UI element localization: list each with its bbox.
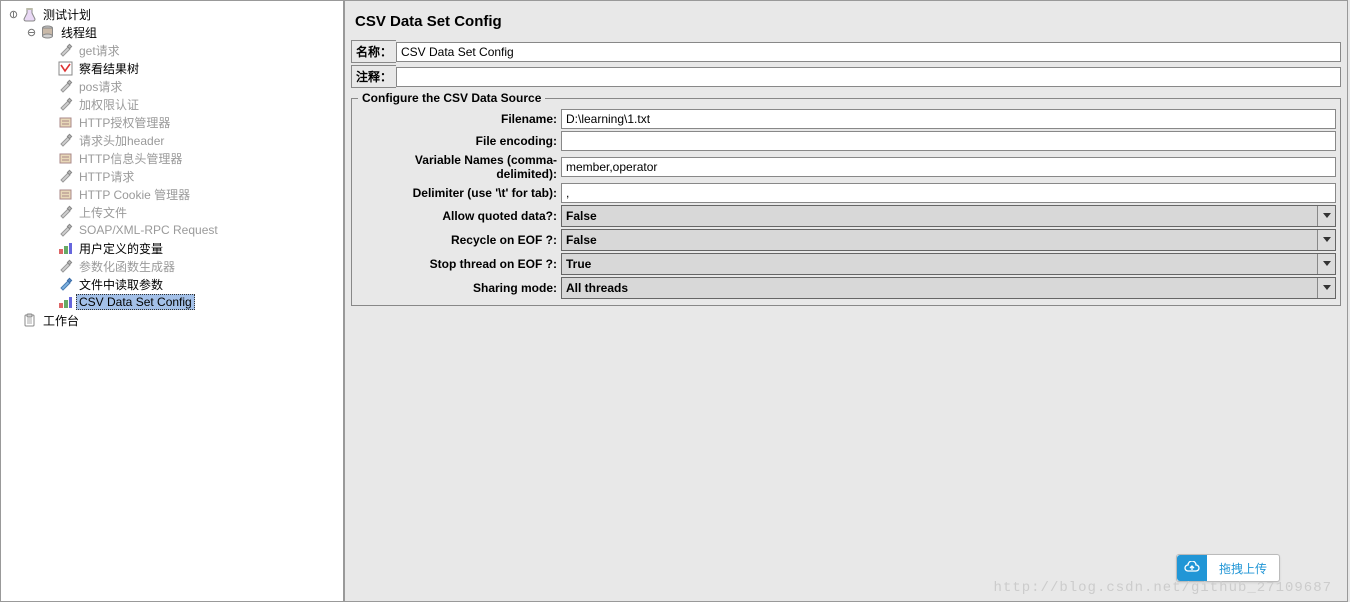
beaker-icon	[21, 6, 38, 23]
sampler-icon	[57, 132, 74, 149]
chevron-down-icon	[1317, 230, 1335, 250]
tree-label: 请求头加header	[76, 132, 167, 149]
tree-node-child[interactable]: HTTP信息头管理器	[3, 149, 341, 167]
testbench-icon	[57, 294, 74, 311]
tree-node-child[interactable]: HTTP Cookie 管理器	[3, 185, 341, 203]
tree-label: CSV Data Set Config	[76, 294, 195, 310]
name-input[interactable]	[396, 42, 1341, 62]
tree-label: 测试计划	[40, 6, 94, 23]
sampler-icon	[57, 168, 74, 185]
name-label: 名称：	[351, 40, 396, 63]
fieldset-legend: Configure the CSV Data Source	[358, 91, 545, 105]
tree-node-child[interactable]: 用户定义的变量	[3, 239, 341, 257]
upload-button[interactable]: 拖拽上传	[1176, 554, 1280, 582]
tree-label: 工作台	[40, 312, 82, 329]
varnames-label: Variable Names (comma-delimited):	[356, 153, 561, 181]
upload-button-label: 拖拽上传	[1207, 560, 1279, 577]
tree-node-workbench[interactable]: 工作台	[3, 311, 341, 329]
sampler-icon	[57, 258, 74, 275]
tree-node-child[interactable]: get请求	[3, 41, 341, 59]
tree-node-child[interactable]: 上传文件	[3, 203, 341, 221]
stop-label: Stop thread on EOF ?:	[356, 257, 561, 271]
comment-label: 注释：	[351, 65, 396, 88]
expand-toggle-icon[interactable]	[7, 10, 19, 19]
cloud-upload-icon	[1177, 555, 1207, 581]
tree-label: pos请求	[76, 78, 125, 95]
select-value: All threads	[562, 278, 1317, 298]
name-row: 名称：	[351, 40, 1341, 63]
sampler-icon	[57, 204, 74, 221]
tree-label: SOAP/XML-RPC Request	[76, 223, 221, 237]
chevron-down-icon	[1317, 206, 1335, 226]
delimiter-label: Delimiter (use '\t' for tab):	[356, 186, 561, 200]
tree-label: 上传文件	[76, 204, 130, 221]
allow-quoted-label: Allow quoted data?:	[356, 209, 561, 223]
testbench-icon	[57, 240, 74, 257]
comment-input[interactable]	[396, 67, 1341, 87]
select-value: False	[562, 206, 1317, 226]
tree-label: 察看结果树	[76, 60, 142, 77]
chevron-down-icon	[1317, 254, 1335, 274]
tree-label: HTTP授权管理器	[76, 114, 173, 131]
filename-input[interactable]	[561, 109, 1336, 129]
config-icon	[57, 150, 74, 167]
tree-node-child[interactable]: 察看结果树	[3, 59, 341, 77]
sampler-icon	[57, 96, 74, 113]
tree-label: 加权限认证	[76, 96, 142, 113]
sampler-icon	[57, 222, 74, 239]
config-icon	[57, 114, 74, 131]
tree-node-child[interactable]: SOAP/XML-RPC Request	[3, 221, 341, 239]
tree-node-child[interactable]: 请求头加header	[3, 131, 341, 149]
tree-node-test-plan[interactable]: 测试计划	[3, 5, 341, 23]
sharing-select[interactable]: All threads	[561, 277, 1336, 299]
tree-node-thread-group[interactable]: 线程组	[3, 23, 341, 41]
delimiter-input[interactable]	[561, 183, 1336, 203]
allow-quoted-select[interactable]: False	[561, 205, 1336, 227]
sharing-label: Sharing mode:	[356, 281, 561, 295]
clipboard-icon	[21, 312, 38, 329]
comment-row: 注释：	[351, 65, 1341, 88]
sampler-blue-icon	[57, 276, 74, 293]
sampler-icon	[57, 42, 74, 59]
encoding-input[interactable]	[561, 131, 1336, 151]
panel-title: CSV Data Set Config	[351, 7, 1341, 40]
tree-label: HTTP Cookie 管理器	[76, 186, 193, 203]
recycle-select[interactable]: False	[561, 229, 1336, 251]
tree: 测试计划 线程组 get请求察看结果树pos请求加权限认证HTTP授权管理器请求…	[1, 1, 343, 333]
config-icon	[57, 186, 74, 203]
tree-node-child[interactable]: CSV Data Set Config	[3, 293, 341, 311]
spool-icon	[39, 24, 56, 41]
tree-node-child[interactable]: 加权限认证	[3, 95, 341, 113]
tree-node-child[interactable]: 文件中读取参数	[3, 275, 341, 293]
tree-label: get请求	[76, 42, 123, 59]
select-value: True	[562, 254, 1317, 274]
encoding-label: File encoding:	[356, 134, 561, 148]
stop-select[interactable]: True	[561, 253, 1336, 275]
recycle-label: Recycle on EOF ?:	[356, 233, 561, 247]
select-value: False	[562, 230, 1317, 250]
tree-panel: 测试计划 线程组 get请求察看结果树pos请求加权限认证HTTP授权管理器请求…	[0, 0, 344, 602]
sampler-icon	[57, 78, 74, 95]
config-panel: CSV Data Set Config 名称： 注释： Configure th…	[344, 0, 1350, 602]
tree-label: HTTP请求	[76, 168, 137, 185]
tree-label: 线程组	[58, 24, 100, 41]
tree-label: 用户定义的变量	[76, 240, 166, 257]
result-tree-icon	[57, 60, 74, 77]
expand-toggle-icon[interactable]	[25, 28, 37, 37]
tree-node-child[interactable]: HTTP请求	[3, 167, 341, 185]
chevron-down-icon	[1317, 278, 1335, 298]
csv-fieldset: Configure the CSV Data Source Filename: …	[351, 98, 1341, 306]
tree-label: 文件中读取参数	[76, 276, 166, 293]
tree-node-child[interactable]: pos请求	[3, 77, 341, 95]
tree-node-child[interactable]: HTTP授权管理器	[3, 113, 341, 131]
tree-node-child[interactable]: 参数化函数生成器	[3, 257, 341, 275]
tree-label: 参数化函数生成器	[76, 258, 178, 275]
filename-label: Filename:	[356, 112, 561, 126]
tree-label: HTTP信息头管理器	[76, 150, 185, 167]
varnames-input[interactable]	[561, 157, 1336, 177]
